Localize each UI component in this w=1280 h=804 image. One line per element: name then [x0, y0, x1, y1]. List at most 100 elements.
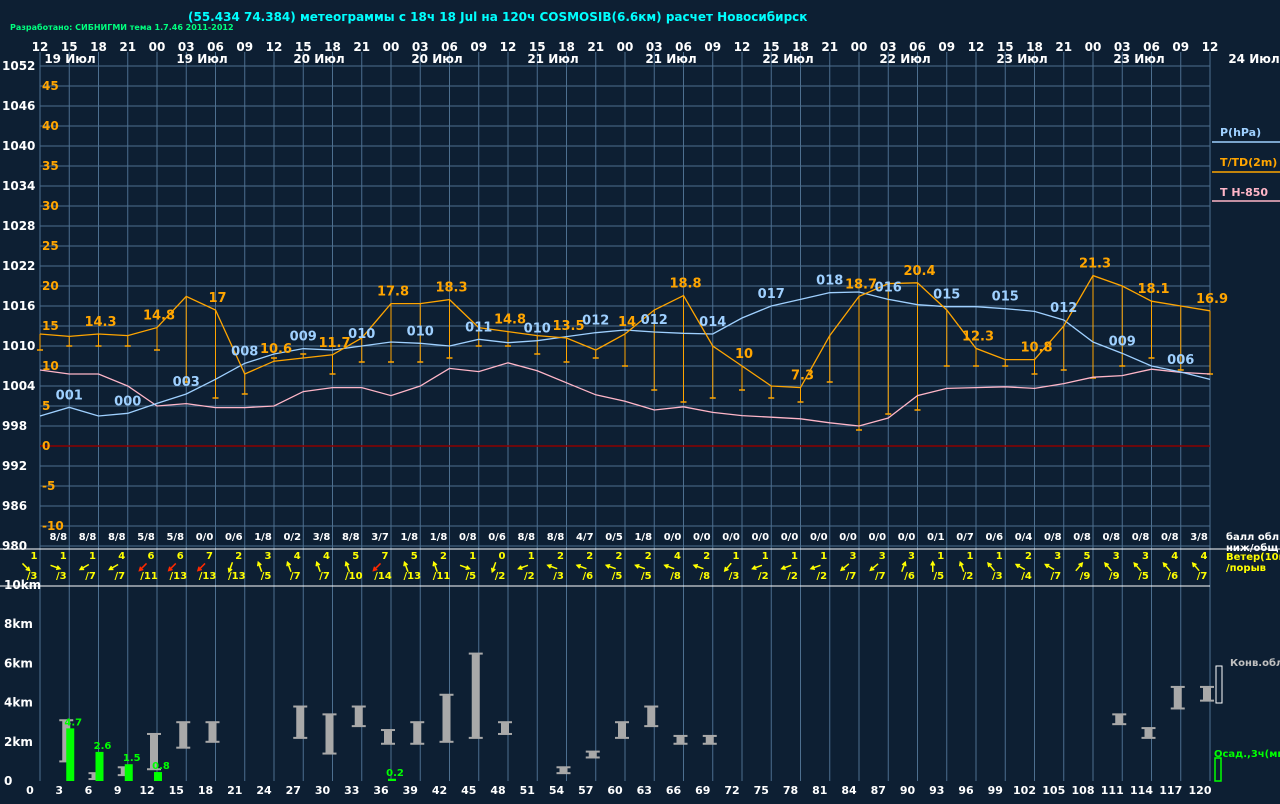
pressure-value-label: 012 — [1050, 301, 1077, 316]
temperature-value-label: 14.8 — [494, 313, 526, 328]
pressure-value-label: 017 — [758, 287, 785, 302]
lead-hour-label: 24 — [256, 784, 272, 797]
wind-speed-label: 1 — [967, 551, 974, 562]
temperature-value-label: 10.6 — [260, 342, 292, 357]
cloud-cover-label: 8/8 — [79, 532, 97, 543]
temperature-value-label: 7.3 — [791, 369, 814, 384]
height-tick-label: 4km — [4, 696, 33, 710]
lead-hour-label: 51 — [520, 784, 535, 797]
cloud-cover-label: 3/7 — [371, 532, 389, 543]
wind-speed-label: 2 — [1025, 551, 1032, 562]
temperature-value-label: 14 — [618, 315, 636, 330]
lead-hour-label: 102 — [1013, 784, 1036, 797]
date-label: 20 Июл — [411, 52, 462, 66]
temperature-tick-label: -5 — [42, 479, 55, 493]
hour-tick-label: 00 — [851, 40, 868, 54]
lead-hour-label: 90 — [900, 784, 916, 797]
wind-speed-label: 1 — [996, 551, 1003, 562]
cloud-cover-label: 5/8 — [166, 532, 184, 543]
wind-speed-label: 2 — [703, 551, 710, 562]
precip-bar — [95, 751, 104, 781]
date-label: 19 Июл — [176, 52, 227, 66]
lead-hour-label: 0 — [26, 784, 34, 797]
height-tick-label: 2km — [4, 735, 33, 749]
lead-hour-label: 18 — [198, 784, 213, 797]
pressure-value-label: 012 — [582, 314, 609, 329]
cloud-cover-label: 0/6 — [985, 532, 1003, 543]
temperature-tick-label: 20 — [42, 279, 59, 293]
pressure-tick-label: 1034 — [2, 179, 35, 193]
wind-speed-label: 5 — [352, 551, 359, 562]
pressure-tick-label: 998 — [2, 419, 27, 433]
convective-cloud-bar — [1173, 686, 1182, 709]
wind-speed-label: 3 — [879, 551, 886, 562]
temperature-value-label: 18.8 — [669, 277, 701, 292]
cloud-cover-label: 0/8 — [1073, 532, 1091, 543]
wind-gust-label: /2 — [787, 571, 798, 582]
wind-gust-label: /2 — [816, 571, 827, 582]
lead-hour-label: 45 — [461, 784, 476, 797]
convective-cloud-bar — [442, 694, 451, 742]
cloud-cover-label: 0/1 — [927, 532, 945, 543]
date-label: 21 Июл — [527, 52, 578, 66]
legend-pressure: P(hPa) — [1220, 126, 1261, 139]
cloud-cover-label: 1/8 — [634, 532, 652, 543]
wind-speed-label: 7 — [382, 551, 389, 562]
wind-speed-label: 1 — [820, 551, 827, 562]
lead-hour-label: 9 — [114, 784, 122, 797]
wind-speed-label: 0 — [499, 551, 506, 562]
hour-tick-label: 21 — [821, 40, 838, 54]
temperature-value-label: 11.7 — [318, 336, 350, 351]
lead-hour-label: 63 — [637, 784, 652, 797]
lead-hour-label: 30 — [315, 784, 331, 797]
wind-gust-label: /7 — [319, 571, 330, 582]
hour-tick-label: 12 — [1202, 40, 1219, 54]
convective-cloud-bar — [647, 706, 656, 727]
cloud-cover-label: 0/0 — [196, 532, 214, 543]
pressure-value-label: 015 — [933, 288, 960, 303]
pressure-tick-label: 1010 — [2, 339, 35, 353]
temperature-tick-label: 15 — [42, 319, 59, 333]
pressure-value-label: 010 — [524, 322, 551, 337]
lead-hour-label: 36 — [373, 784, 389, 797]
cloud-cover-label: 3/8 — [1190, 532, 1208, 543]
pressure-value-label: 006 — [1167, 353, 1194, 368]
lead-hour-label: 108 — [1072, 784, 1095, 797]
cloud-cover-label: 1/8 — [430, 532, 448, 543]
pressure-tick-label: 1052 — [2, 59, 35, 73]
temperature-value-label: 17 — [208, 291, 226, 306]
wind-gust-label: /3 — [56, 571, 67, 582]
wind-speed-label: 3 — [850, 551, 857, 562]
wind-gust-label: /11 — [140, 571, 158, 582]
meteogram-chart: (55.434 74.384) метеограммы с 18ч 18 Jul… — [0, 0, 1280, 800]
lead-hour-label: 84 — [841, 784, 857, 797]
hour-tick-label: 09 — [236, 40, 253, 54]
legend-precip: Осад.,3ч(мм) — [1214, 749, 1280, 760]
cloud-cover-label: 8/8 — [547, 532, 565, 543]
wind-gust-label: /8 — [670, 571, 681, 582]
wind-gust-label: /4 — [1021, 571, 1032, 582]
wind-speed-label: 4 — [323, 551, 330, 562]
legend-t850: T H-850 — [1220, 186, 1268, 199]
lead-hour-label: 3 — [55, 784, 63, 797]
height-tick-label: 0 — [4, 774, 12, 788]
temperature-tick-label: 35 — [42, 159, 59, 173]
cloud-cover-label: 0/0 — [781, 532, 799, 543]
height-tick-label: 10km — [4, 578, 41, 592]
cloud-cover-label: 0/5 — [605, 532, 623, 543]
cloud-cover-label: 0/8 — [1044, 532, 1062, 543]
lead-hour-label: 117 — [1159, 784, 1182, 797]
height-tick-label: 6km — [4, 656, 33, 670]
pressure-tick-label: 980 — [2, 539, 27, 553]
cloud-cover-label: 0/0 — [868, 532, 886, 543]
hour-tick-label: 12 — [500, 40, 517, 54]
cloud-cover-label: 0/8 — [1161, 532, 1179, 543]
wind-gust-label: /2 — [495, 571, 506, 582]
wind-speed-label: 1 — [89, 551, 96, 562]
wind-speed-label: 2 — [557, 551, 564, 562]
credit-text: Разработано: СИБНИГМИ тема 1.7.46 2011-2… — [10, 22, 234, 32]
hour-tick-label: 21 — [1055, 40, 1072, 54]
temperature-value-label: 13.5 — [552, 319, 584, 334]
pressure-value-label: 001 — [56, 388, 83, 403]
wind-gust-label: /13 — [169, 571, 187, 582]
